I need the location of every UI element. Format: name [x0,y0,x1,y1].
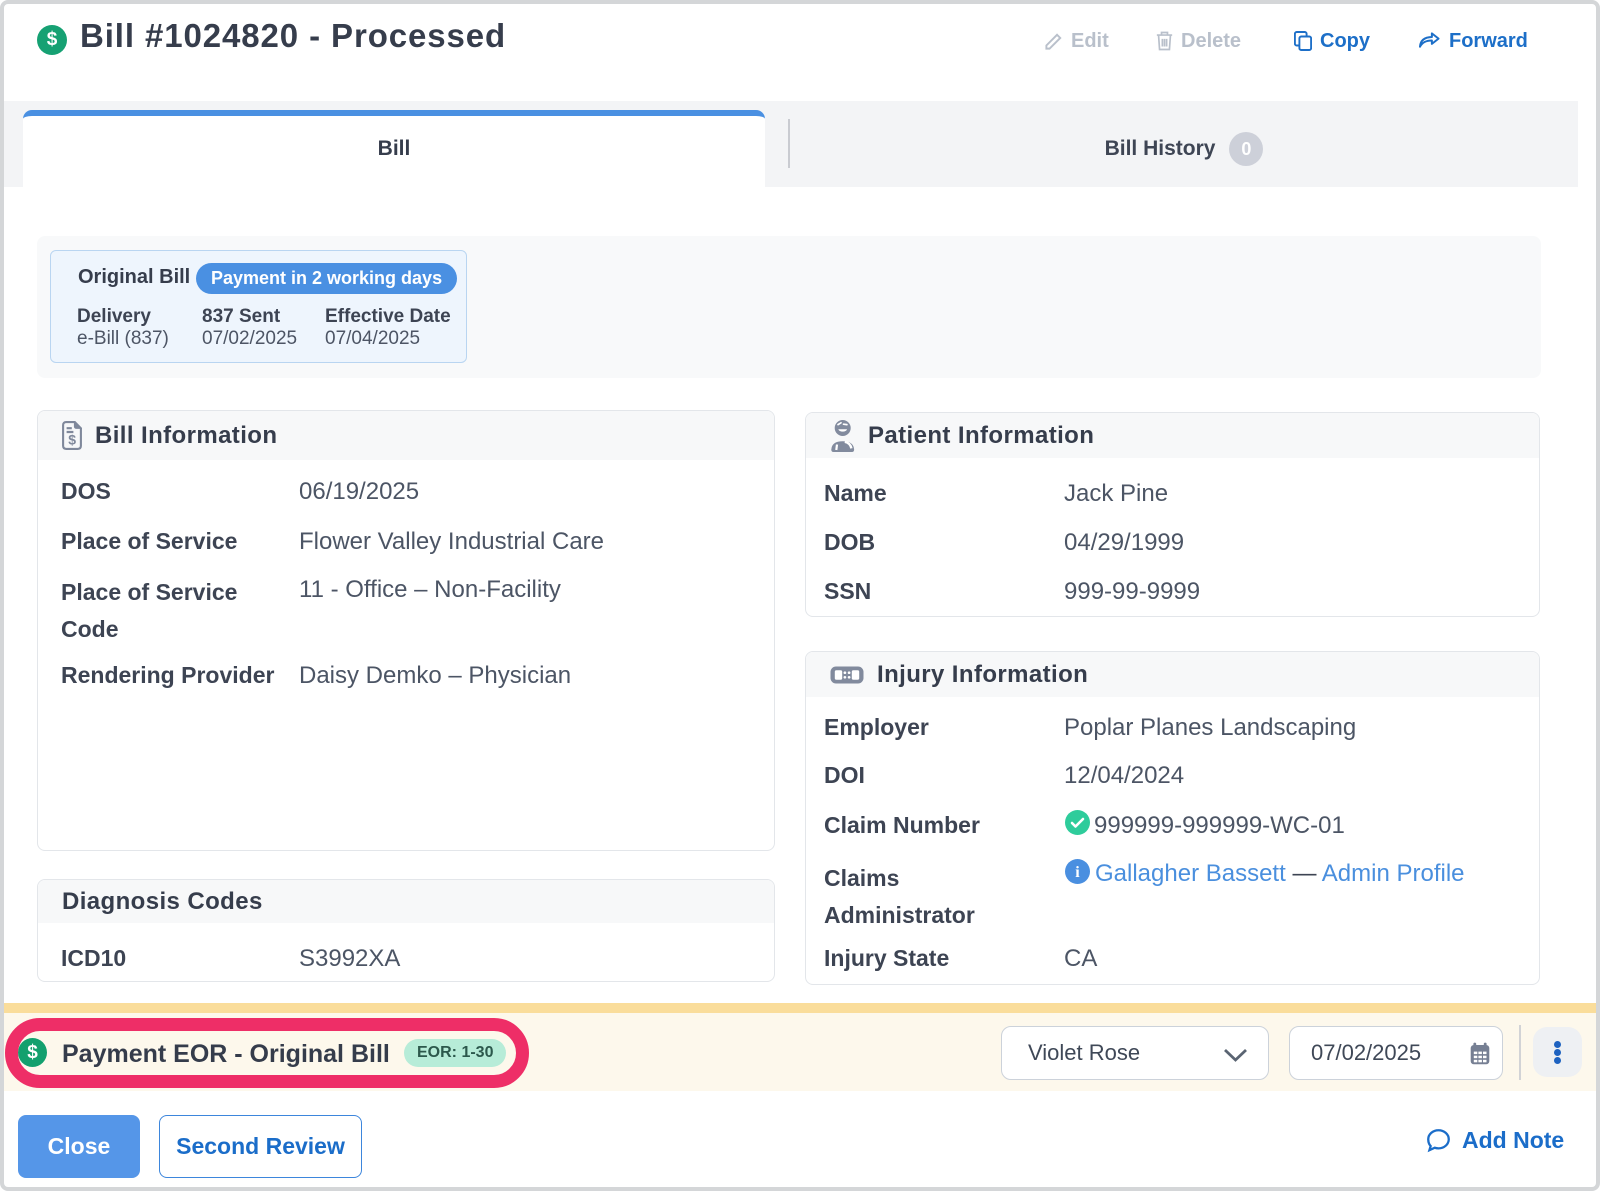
svg-text:i: i [1075,864,1080,881]
svg-text:$: $ [68,432,76,448]
